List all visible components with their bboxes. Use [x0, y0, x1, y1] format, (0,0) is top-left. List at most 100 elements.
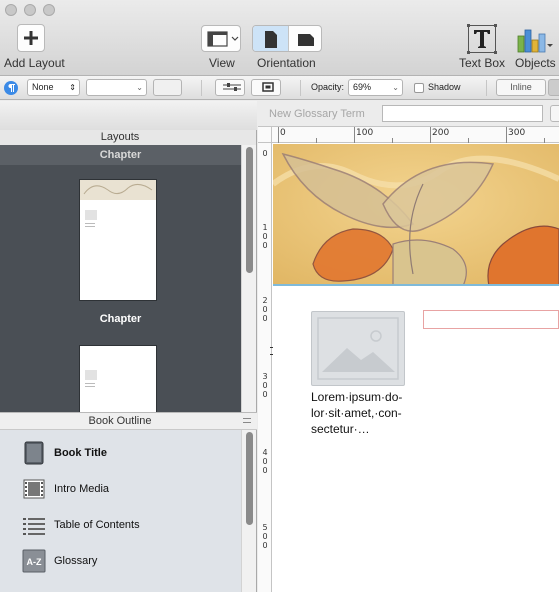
alignment-button[interactable]	[215, 79, 245, 96]
list-style-select[interactable]: None ⇕	[27, 79, 80, 96]
layout-thumbnail[interactable]	[79, 345, 157, 415]
divider	[486, 80, 487, 96]
plus-icon	[24, 31, 38, 45]
sidebar: Layouts Chapter Chapter Book Outline Boo…	[0, 101, 257, 592]
layout-group-header: Chapter	[0, 145, 241, 165]
color-well[interactable]	[153, 79, 182, 96]
layout-label: Chapter	[99, 313, 142, 325]
ruler-tick-label: 0	[280, 128, 286, 138]
image-placeholder[interactable]	[311, 311, 405, 386]
horizontal-ruler[interactable]: 0 100 200 300	[272, 127, 559, 143]
glossary-term-input[interactable]	[382, 105, 543, 122]
opacity-label: Opacity:	[311, 82, 345, 92]
outline-item-intro-media[interactable]: Intro Media	[22, 476, 109, 502]
outline-header: Book Outline	[0, 412, 257, 430]
outline-item-table-of-contents[interactable]: Table of Contents	[22, 512, 140, 538]
opacity-value: 69%	[353, 82, 372, 92]
ruler-tick-label: 200	[432, 128, 450, 138]
divider	[300, 80, 301, 96]
header-artwork-image[interactable]	[273, 144, 559, 286]
objects-label: Objects	[515, 56, 556, 70]
outline-scrollbar[interactable]	[241, 430, 256, 592]
outline-scroll-thumb[interactable]	[246, 432, 253, 525]
ruler-tick-label: 500	[262, 523, 268, 550]
window-toolbar: Add Layout View Orientation Text Box Obj…	[0, 0, 559, 76]
portrait-option[interactable]	[253, 26, 288, 51]
list-style-value: None	[32, 82, 54, 92]
book-outline-list: Book Title Intro Media Table of Contents…	[0, 430, 241, 592]
layouts-scrollbar[interactable]	[241, 145, 256, 412]
shadow-checkbox[interactable]	[414, 83, 424, 93]
a-z-icon: A-Z	[22, 549, 46, 573]
landscape-option[interactable]	[288, 26, 321, 51]
add-layout-label: Add Layout	[4, 56, 65, 70]
svg-text:A-Z: A-Z	[27, 557, 42, 567]
frame-icon	[262, 82, 274, 92]
image-placeholder-icon	[317, 317, 399, 380]
outline-item-book-title[interactable]: Book Title	[22, 440, 107, 466]
resize-handle-icon[interactable]	[243, 418, 251, 423]
ruler-tick-label: 400	[262, 448, 268, 475]
list-icon	[22, 513, 46, 537]
orientation-label: Orientation	[257, 56, 316, 70]
chevron-down-icon: ⌄	[136, 83, 143, 92]
layouts-pane: Chapter Chapter	[0, 145, 241, 415]
outline-item-label: Table of Contents	[54, 519, 140, 531]
outline-item-glossary[interactable]: A-Z Glossary	[22, 548, 97, 574]
shadow-label: Shadow	[428, 82, 461, 92]
ruler-tick-label: 0	[262, 149, 268, 158]
close-window-button[interactable]	[5, 4, 17, 16]
portrait-icon	[265, 31, 277, 48]
image-caption[interactable]: Lorem·ipsum·do-lor·sit·amet,·con-sectetu…	[311, 389, 411, 437]
glossary-bar: New Glossary Term	[258, 101, 559, 127]
format-bar: None ⇕ ⌄ Opacity: 69% ⌄ Shadow Inline	[0, 76, 559, 100]
selected-text-box[interactable]	[423, 310, 559, 329]
divider	[201, 80, 202, 96]
text-box-label: Text Box	[459, 56, 506, 70]
ruler-tick-label: 100	[262, 223, 268, 250]
view-label: View	[209, 56, 235, 70]
outline-item-label: Book Title	[54, 447, 107, 459]
ruler-tick-label: 300	[262, 372, 268, 399]
inline-button[interactable]: Inline	[496, 79, 546, 96]
landscape-icon	[298, 34, 314, 46]
font-select[interactable]: ⌄	[86, 79, 147, 96]
layout-thumbnail[interactable]	[79, 179, 157, 301]
ruler-corner	[258, 127, 272, 143]
canvas-area: New Glossary Term 0 100 200 300 0 100 20…	[258, 101, 559, 592]
book-outline-title: Book Outline	[88, 415, 152, 427]
vertical-ruler[interactable]: 0 100 200 300 400 500	[258, 143, 274, 592]
layout-preview-image	[80, 180, 156, 227]
stepper-icon: ⇕	[69, 83, 76, 92]
outline-item-label: Glossary	[54, 555, 98, 567]
view-button[interactable]	[201, 25, 241, 52]
objects-button[interactable]	[516, 26, 554, 54]
layouts-scroll-thumb[interactable]	[246, 147, 253, 273]
orientation-toggle[interactable]	[252, 25, 322, 52]
sliders-icon	[223, 83, 241, 91]
minimize-window-button[interactable]	[24, 4, 36, 16]
book-icon	[22, 441, 46, 465]
film-icon	[22, 477, 46, 501]
chevron-down-icon: ⌄	[392, 83, 399, 92]
paragraph-style-button[interactable]	[4, 81, 18, 95]
pilcrow-icon	[8, 84, 15, 92]
ruler-tick-label: 300	[508, 128, 526, 138]
ruler-tick-label: 100	[356, 128, 374, 138]
view-menu-icon	[207, 31, 239, 47]
sidebar-header	[0, 101, 257, 130]
text-box-button[interactable]	[467, 24, 497, 54]
text-box-icon	[467, 24, 497, 54]
add-layout-button[interactable]	[17, 24, 45, 52]
layout-preview-image	[85, 370, 97, 387]
opacity-field[interactable]: 69% ⌄	[348, 79, 403, 96]
floating-button[interactable]	[548, 79, 559, 96]
zoom-window-button[interactable]	[43, 4, 55, 16]
border-button[interactable]	[251, 79, 281, 96]
objects-chart-icon	[517, 29, 553, 53]
glossary-bar-label: New Glossary Term	[269, 108, 365, 120]
add-term-button[interactable]	[550, 105, 559, 122]
outline-item-label: Intro Media	[54, 483, 110, 495]
layouts-title: Layouts	[100, 131, 140, 143]
page-canvas[interactable]: Lorem·ipsum·do-lor·sit·amet,·con-sectetu…	[273, 144, 559, 592]
